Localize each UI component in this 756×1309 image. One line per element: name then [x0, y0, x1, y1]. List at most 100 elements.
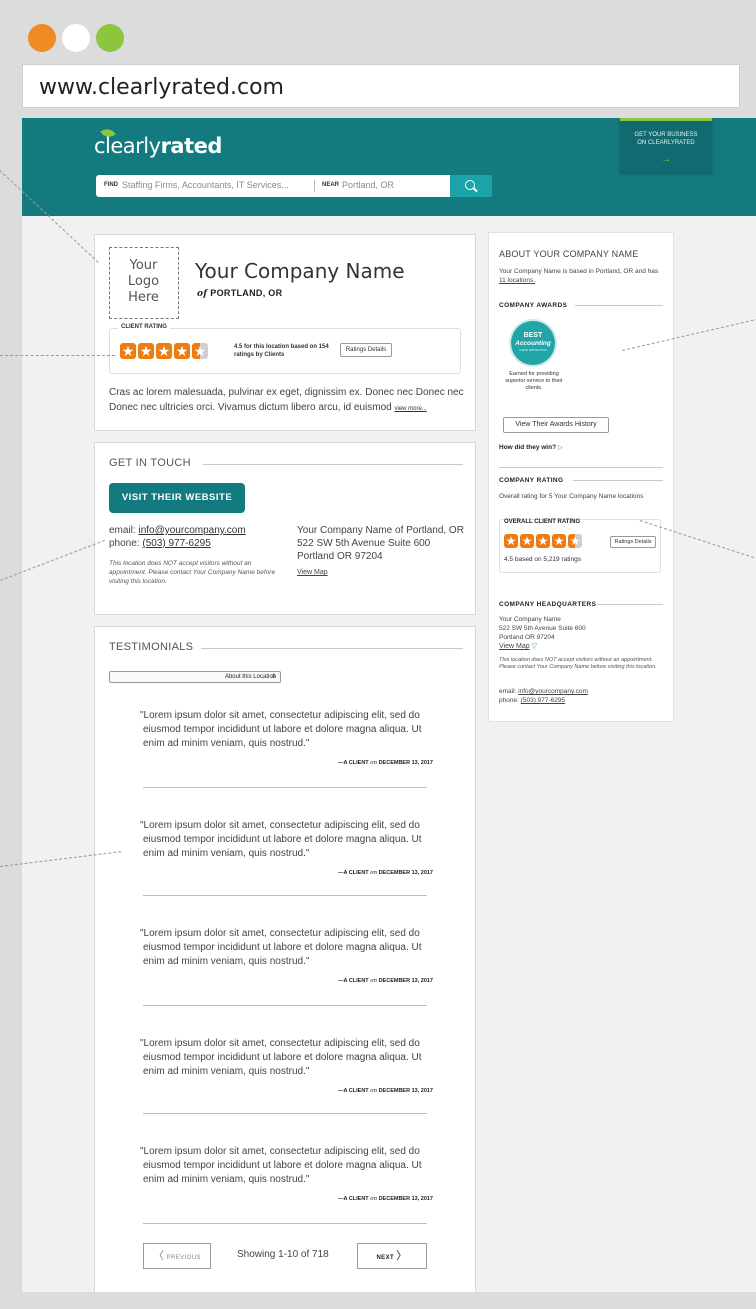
company-rating-text: Overall rating for 5 Your Company Name l… — [499, 493, 644, 500]
location-address: Your Company Name of Portland, OR 522 SW… — [297, 524, 464, 563]
testimonial-item: "Lorem ipsum dolor sit amet, consectetur… — [140, 709, 433, 788]
get-your-business-button[interactable]: GET YOUR BUSINESS ON CLEARLYRATED → — [620, 118, 712, 172]
testimonials-card: TESTIMONIALS About this Location ⇕ "Lore… — [94, 626, 476, 1292]
address-line-1: Your Company Name of Portland, OR — [297, 525, 464, 536]
next-label: NEXT — [376, 1255, 395, 1261]
phone-link[interactable]: (503) 977-6295 — [521, 697, 565, 704]
about-text: Your Company Name is based in Portland, … — [499, 268, 659, 284]
near-input[interactable]: Portland, OR — [342, 180, 394, 190]
logo-placeholder: Your Logo Here — [109, 247, 179, 319]
email-link[interactable]: info@yourcompany.com — [518, 688, 588, 695]
half-star-icon — [192, 342, 208, 360]
contact-info: email: info@yourcompany.com phone: (503)… — [109, 524, 246, 550]
divider — [575, 305, 663, 306]
window-minimize-dot[interactable] — [62, 24, 90, 52]
play-arrow-icon: ▷ — [557, 444, 563, 451]
ratings-details-button[interactable]: Ratings Details — [610, 536, 656, 548]
divider — [203, 464, 463, 465]
headquarters-map-link[interactable]: View Map ▽ — [499, 642, 537, 651]
chevron-right-icon: 〉 — [396, 1250, 408, 1262]
search-bar: FIND Staffing Firms, Accountants, IT Ser… — [96, 175, 492, 197]
window-maximize-dot[interactable] — [96, 24, 124, 52]
find-input[interactable]: Staffing Firms, Accountants, IT Services… — [122, 180, 289, 190]
overall-rating-box: OVERALL CLIENT RATING 4.5 based on 5,219… — [499, 519, 661, 573]
testimonial-quote: "Lorem ipsum dolor sit amet, consectetur… — [140, 1146, 422, 1185]
previous-button[interactable]: 〈 PREVIOUS — [143, 1243, 211, 1269]
company-profile-card: Your Logo Here Your Company Name of PORT… — [94, 234, 476, 431]
star-icon — [174, 342, 190, 360]
how-did-they-win-link[interactable]: How did they win? ▷ — [499, 443, 563, 451]
best-accounting-badge-icon[interactable]: BEST Accounting CLIENT SATISFACTION — [511, 321, 555, 365]
divider — [573, 480, 663, 481]
testimonial-byline: —A CLIENT on DECEMBER 13, 2017 — [338, 870, 433, 876]
awards-history-button[interactable]: View Their Awards History — [503, 417, 609, 433]
overall-rating-summary: 4.5 based on 5,219 ratings — [504, 556, 581, 563]
phone-link[interactable]: (503) 977-6295 — [142, 538, 210, 549]
award-description: Earned for providing superior service to… — [505, 371, 563, 391]
headquarters-note: This location does NOT accept visitors w… — [499, 657, 657, 670]
company-description: Cras ac lorem malesuada, pulvinar ex ege… — [109, 385, 469, 417]
view-map-link[interactable]: View Map — [297, 569, 328, 576]
rating-summary: 4.5 for this location based on 154 ratin… — [234, 344, 329, 358]
email-label: email: — [109, 525, 136, 536]
client-rating-box: CLIENT RATING 4.5 for this location base… — [109, 324, 461, 374]
testimonial-quote: "Lorem ipsum dolor sit amet, consectetur… — [140, 820, 422, 859]
divider — [143, 1223, 427, 1224]
testimonial-byline: —A CLIENT on DECEMBER 13, 2017 — [338, 978, 433, 984]
locations-link[interactable]: 11 locations. — [499, 277, 535, 284]
chevron-left-icon: 〈 — [153, 1250, 165, 1262]
get-in-touch-title: GET IN TOUCH — [109, 457, 191, 469]
star-icon — [536, 533, 550, 549]
testimonial-item: "Lorem ipsum dolor sit amet, consectetur… — [140, 1037, 433, 1114]
filter-value: About this Location — [224, 674, 276, 680]
visitor-note: This location does NOT accept visitors w… — [109, 560, 276, 585]
divider — [499, 467, 663, 468]
divider — [143, 1113, 427, 1114]
near-label: NEAR — [322, 182, 340, 188]
address-line-2: 522 SW 5th Avenue Suite 600 — [297, 538, 431, 549]
web-page: clearlyrated GET YOUR BUSINESS ON CLEARL… — [22, 118, 756, 1292]
testimonial-quote: "Lorem ipsum dolor sit amet, consectetur… — [140, 710, 422, 749]
divider — [143, 895, 427, 896]
logo-prefix: clearly — [94, 134, 161, 158]
overall-rating-title: OVERALL CLIENT RATING — [504, 519, 581, 525]
testimonial-filter-select[interactable]: About this Location ⇕ — [109, 671, 281, 683]
visit-website-button[interactable]: VISIT THEIR WEBSITE — [109, 483, 245, 513]
location-name: PORTLAND, OR — [210, 288, 283, 298]
client-rating-title: CLIENT RATING — [118, 324, 170, 330]
location-of: of — [197, 289, 208, 299]
browser-frame: www.clearlyrated.com clearlyrated GET YO… — [0, 0, 756, 1309]
ratings-details-button[interactable]: Ratings Details — [340, 343, 392, 357]
email-link[interactable]: info@yourcompany.com — [138, 525, 245, 536]
get-in-touch-card: GET IN TOUCH VISIT THEIR WEBSITE email: … — [94, 442, 476, 615]
testimonial-byline: —A CLIENT on DECEMBER 13, 2017 — [338, 1088, 433, 1094]
about-title: ABOUT YOUR COMPANY NAME — [499, 249, 639, 259]
star-icon — [552, 533, 566, 549]
divider — [143, 787, 427, 788]
star-icon — [156, 342, 172, 360]
divider — [143, 1005, 427, 1006]
divider — [597, 604, 663, 605]
testimonial-item: "Lorem ipsum dolor sit amet, consectetur… — [140, 819, 433, 896]
cta-label: GET YOUR BUSINESS ON CLEARLYRATED — [620, 131, 712, 147]
search-button[interactable] — [450, 175, 492, 197]
view-more-link[interactable]: view more... — [395, 406, 427, 412]
address-line-3: Portland OR 97204 — [297, 551, 383, 562]
headquarters-address: Your Company Name 522 SW 5th Avenue Suit… — [499, 616, 586, 641]
headquarters-contact: email: info@yourcompany.com phone: (503)… — [499, 688, 588, 704]
select-arrow-icon: ⇕ — [270, 674, 276, 680]
find-label: FIND — [104, 182, 118, 188]
pagination-status: Showing 1-10 of 718 — [237, 1249, 329, 1260]
address-bar-url: www.clearlyrated.com — [39, 75, 284, 100]
awards-title: COMPANY AWARDS — [499, 302, 568, 309]
next-button[interactable]: NEXT 〉 — [357, 1243, 427, 1269]
star-icon — [138, 342, 154, 360]
testimonial-quote: "Lorem ipsum dolor sit amet, consectetur… — [140, 1038, 422, 1077]
star-icon — [120, 342, 136, 360]
window-close-dot[interactable] — [28, 24, 56, 52]
clearlyrated-logo[interactable]: clearlyrated — [94, 125, 222, 158]
arrow-right-icon: → — [661, 154, 671, 165]
address-bar[interactable]: www.clearlyrated.com — [22, 64, 740, 108]
company-sidebar: ABOUT YOUR COMPANY NAME Your Company Nam… — [488, 232, 674, 722]
site-header: clearlyrated GET YOUR BUSINESS ON CLEARL… — [22, 118, 756, 216]
